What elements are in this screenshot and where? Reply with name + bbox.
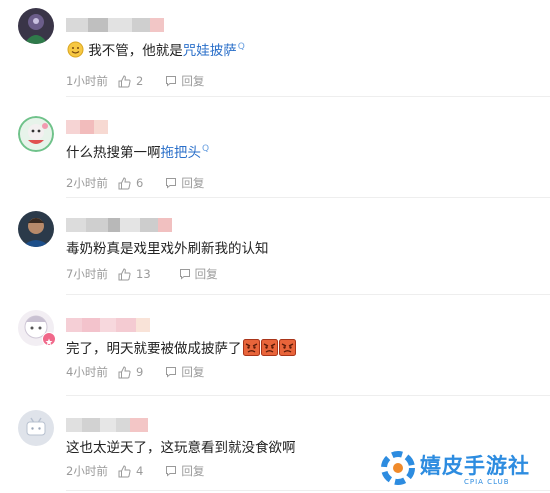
reply-icon — [166, 367, 177, 378]
comment-text: 毒奶粉真是戏里戏外刷新我的认知 — [66, 241, 269, 257]
divider — [66, 395, 550, 396]
reply-button[interactable]: 回复 — [165, 73, 204, 89]
reply-button[interactable]: 回复 — [165, 175, 204, 191]
hashtag-link[interactable]: 咒娃披萨 — [183, 43, 237, 59]
comment-text-main: 完了，明天就要被做成披萨了 — [66, 341, 242, 357]
avatar[interactable] — [18, 410, 54, 446]
angry-emoji-icon — [242, 339, 260, 356]
reply-button[interactable]: 回复 — [165, 364, 204, 380]
username-blurred[interactable] — [66, 18, 164, 32]
thumb-up-icon — [118, 464, 131, 477]
like-count: 6 — [136, 176, 144, 190]
reply-label: 回复 — [181, 176, 205, 190]
username-blurred[interactable] — [66, 218, 172, 232]
like-count: 2 — [136, 74, 144, 88]
thumb-up-icon — [118, 365, 131, 378]
like-button[interactable]: 6 — [118, 176, 143, 190]
divider — [66, 294, 550, 295]
comment-text: 什么热搜第一啊拖把头Q — [66, 143, 209, 165]
reply-label: 回复 — [194, 267, 218, 281]
comment-meta: 7小时前 13 回复 — [66, 266, 218, 282]
reply-label: 回复 — [181, 464, 205, 478]
username-blurred[interactable] — [66, 120, 108, 134]
comment-meta: 4小时前 9 回复 — [66, 364, 204, 380]
watermark-subtitle: CPIA CLUB — [464, 478, 510, 486]
verified-badge — [42, 332, 56, 346]
reply-button[interactable]: 回复 — [179, 266, 218, 282]
username-blurred[interactable] — [66, 318, 150, 332]
comment-meta: 2小时前 6 回复 — [66, 175, 204, 191]
watermark-title: 嬉皮手游社 — [420, 454, 530, 478]
comment-text-main: 什么热搜第一啊 — [66, 145, 161, 161]
divider — [66, 490, 550, 491]
timestamp: 4小时前 — [66, 365, 108, 379]
like-count: 9 — [136, 365, 144, 379]
thumb-up-icon — [118, 176, 131, 189]
reply-label: 回复 — [181, 74, 205, 88]
comment-meta: 2小时前 4 回复 — [66, 463, 204, 479]
timestamp: 2小时前 — [66, 176, 108, 190]
smile-emoji-icon — [67, 41, 84, 58]
angry-emoji-icon — [278, 339, 296, 356]
watermark-ring-icon — [381, 451, 415, 485]
username-blurred[interactable] — [66, 418, 148, 432]
comment-text: 我不管，他就是咒娃披萨Q — [66, 41, 245, 63]
like-count: 13 — [136, 267, 151, 281]
divider — [66, 96, 550, 97]
thumb-up-icon — [118, 267, 131, 280]
search-tag-icon[interactable]: Q — [238, 42, 245, 52]
reply-icon — [166, 76, 177, 87]
like-count: 4 — [136, 464, 144, 478]
comment-text: 这也太逆天了，这玩意看到就没食欲啊 — [66, 440, 296, 456]
timestamp: 2小时前 — [66, 464, 108, 478]
like-button[interactable]: 4 — [118, 464, 143, 478]
reply-button[interactable]: 回复 — [165, 463, 204, 479]
search-tag-icon[interactable]: Q — [202, 144, 209, 154]
like-button[interactable]: 13 — [118, 267, 151, 281]
reply-label: 回复 — [181, 365, 205, 379]
comment-meta: 1小时前 2 回复 — [66, 73, 204, 89]
timestamp: 7小时前 — [66, 267, 108, 281]
angry-emoji-icon — [260, 339, 278, 356]
like-button[interactable]: 9 — [118, 365, 143, 379]
comment-text: 完了，明天就要被做成披萨了 — [66, 339, 296, 359]
avatar[interactable] — [18, 116, 54, 152]
divider — [66, 197, 550, 198]
avatar[interactable] — [18, 8, 54, 44]
hashtag-link[interactable]: 拖把头 — [161, 145, 202, 161]
thumb-up-icon — [118, 74, 131, 87]
comment-text-main: 我不管，他就是 — [88, 43, 183, 59]
reply-icon — [166, 466, 177, 477]
like-button[interactable]: 2 — [118, 74, 143, 88]
reply-icon — [166, 178, 177, 189]
watermark-logo: 嬉皮手游社 CPIA CLUB — [376, 446, 546, 490]
timestamp: 1小时前 — [66, 74, 108, 88]
reply-icon — [179, 269, 190, 280]
avatar[interactable] — [18, 211, 54, 247]
